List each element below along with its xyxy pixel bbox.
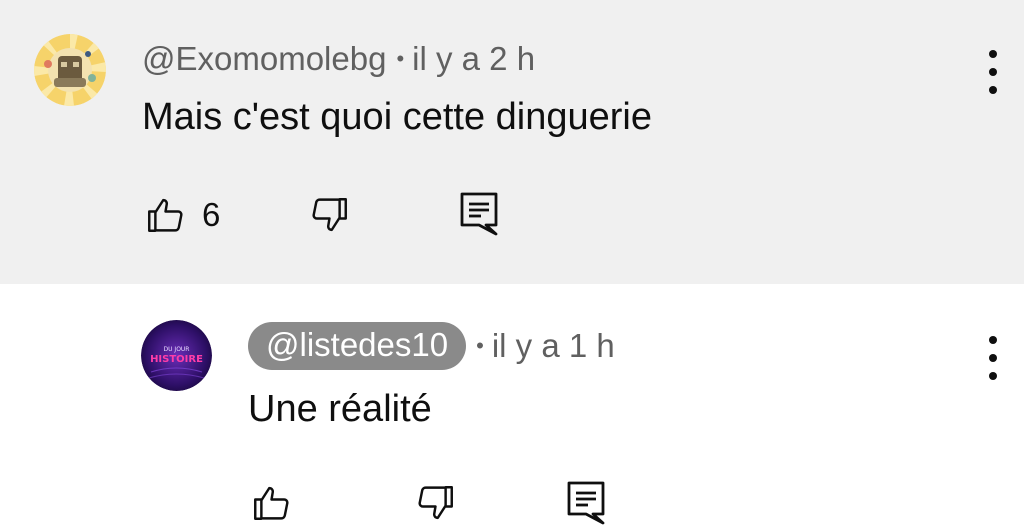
comment-thread-item: @Exomomolebg • il y a 2 h Mais c'est quo… xyxy=(0,0,1024,284)
sunburst-avatar-icon xyxy=(34,34,106,106)
svg-text:HISTOIRE: HISTOIRE xyxy=(150,354,203,365)
more-vertical-icon[interactable] xyxy=(981,336,1005,380)
svg-text:DU JOUR: DU JOUR xyxy=(164,346,190,353)
meta-separator: • xyxy=(396,46,405,71)
comment-time: il y a 2 h xyxy=(412,40,536,77)
like-count: 6 xyxy=(202,196,221,233)
avatar[interactable] xyxy=(34,34,106,106)
dislike-button[interactable] xyxy=(309,194,351,236)
like-button[interactable]: 6 xyxy=(144,194,220,236)
like-button[interactable] xyxy=(250,482,292,524)
author-handle[interactable]: @Exomomolebg xyxy=(142,40,386,78)
more-vertical-icon[interactable] xyxy=(981,50,1005,94)
comment-time: il y a 1 h xyxy=(491,327,615,364)
comment-meta: @listedes10 • il y a 1 h xyxy=(248,322,615,370)
dislike-button[interactable] xyxy=(415,482,457,524)
meta-separator: • xyxy=(476,333,484,358)
thumb-down-icon xyxy=(312,198,347,232)
thumb-up-icon xyxy=(254,486,289,520)
reply-thread-item: DU JOUR HISTOIRE @listedes10 • il y a 1 … xyxy=(0,284,1024,525)
reply-button[interactable] xyxy=(459,191,499,237)
comment-text: Mais c'est quoi cette dinguerie xyxy=(142,96,652,138)
reply-button[interactable] xyxy=(566,480,606,526)
thumb-up-icon xyxy=(148,198,183,232)
comment-meta: @Exomomolebg • il y a 2 h xyxy=(142,40,535,78)
author-handle-highlighted[interactable]: @listedes10 xyxy=(248,322,467,370)
thumb-down-icon xyxy=(418,486,453,520)
comment-text: Une réalité xyxy=(248,388,432,430)
reply-comment-icon xyxy=(460,192,498,236)
purple-channel-avatar-icon: DU JOUR HISTOIRE xyxy=(141,320,212,391)
reply-comment-icon xyxy=(567,481,605,525)
avatar[interactable]: DU JOUR HISTOIRE xyxy=(141,320,212,391)
